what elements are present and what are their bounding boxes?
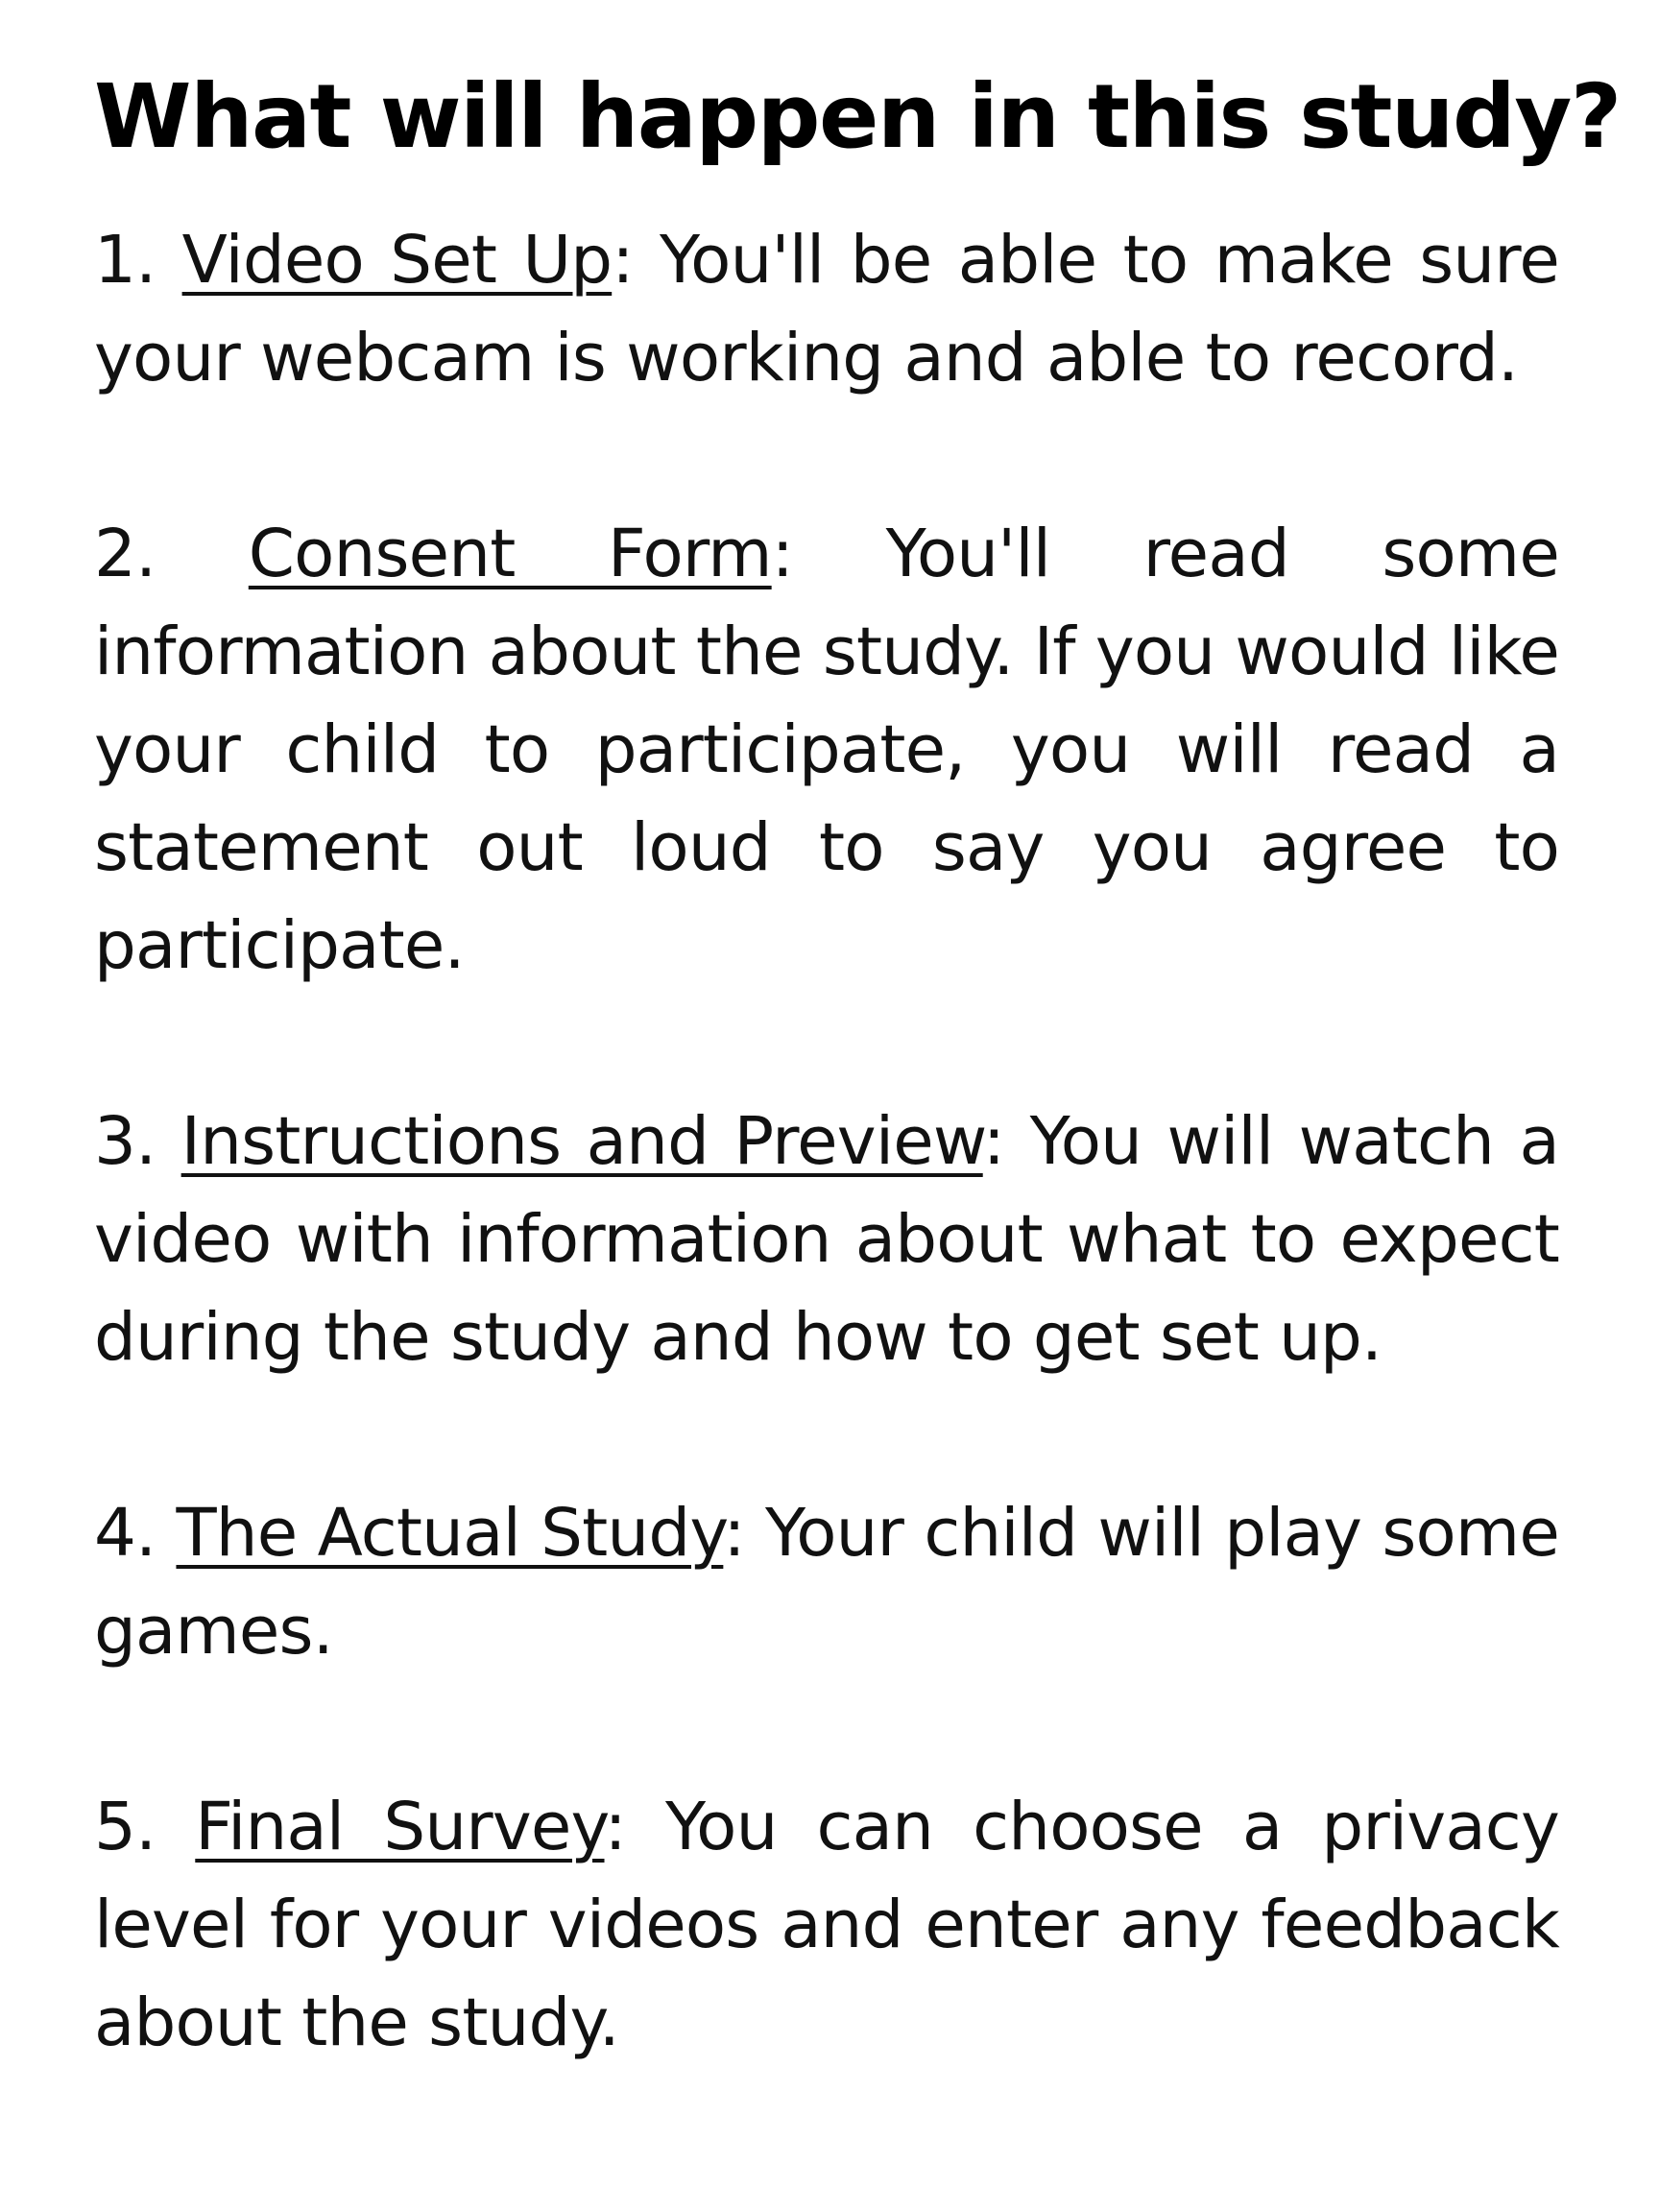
step-number: 2. xyxy=(94,516,156,592)
step-label: Video Set Up xyxy=(181,222,613,299)
page-title: What will happen in this study? xyxy=(94,65,1622,168)
step-number: 4. xyxy=(94,1495,156,1572)
step-label: Final Survey xyxy=(195,1789,605,1865)
step-video-setup: 1. Video Set Up: You'll be able to make … xyxy=(94,211,1560,407)
document-page: What will happen in this study? 1. Video… xyxy=(94,56,1622,2072)
step-label: Instructions and Preview xyxy=(180,1103,984,1180)
step-number: 5. xyxy=(94,1789,156,1865)
step-consent-form: 2. Consent Form: You'll read some inform… xyxy=(94,505,1560,995)
step-final-survey: 5. Final Survey: You can choose a privac… xyxy=(94,1778,1560,2072)
step-number: 3. xyxy=(94,1103,156,1180)
step-instructions-preview: 3. Instructions and Preview: You will wa… xyxy=(94,1093,1560,1386)
step-label: Consent Form xyxy=(248,516,773,592)
step-actual-study: 4. The Actual Study: Your child will pla… xyxy=(94,1484,1560,1680)
step-number: 1. xyxy=(94,222,156,299)
step-label: The Actual Study xyxy=(176,1495,724,1572)
